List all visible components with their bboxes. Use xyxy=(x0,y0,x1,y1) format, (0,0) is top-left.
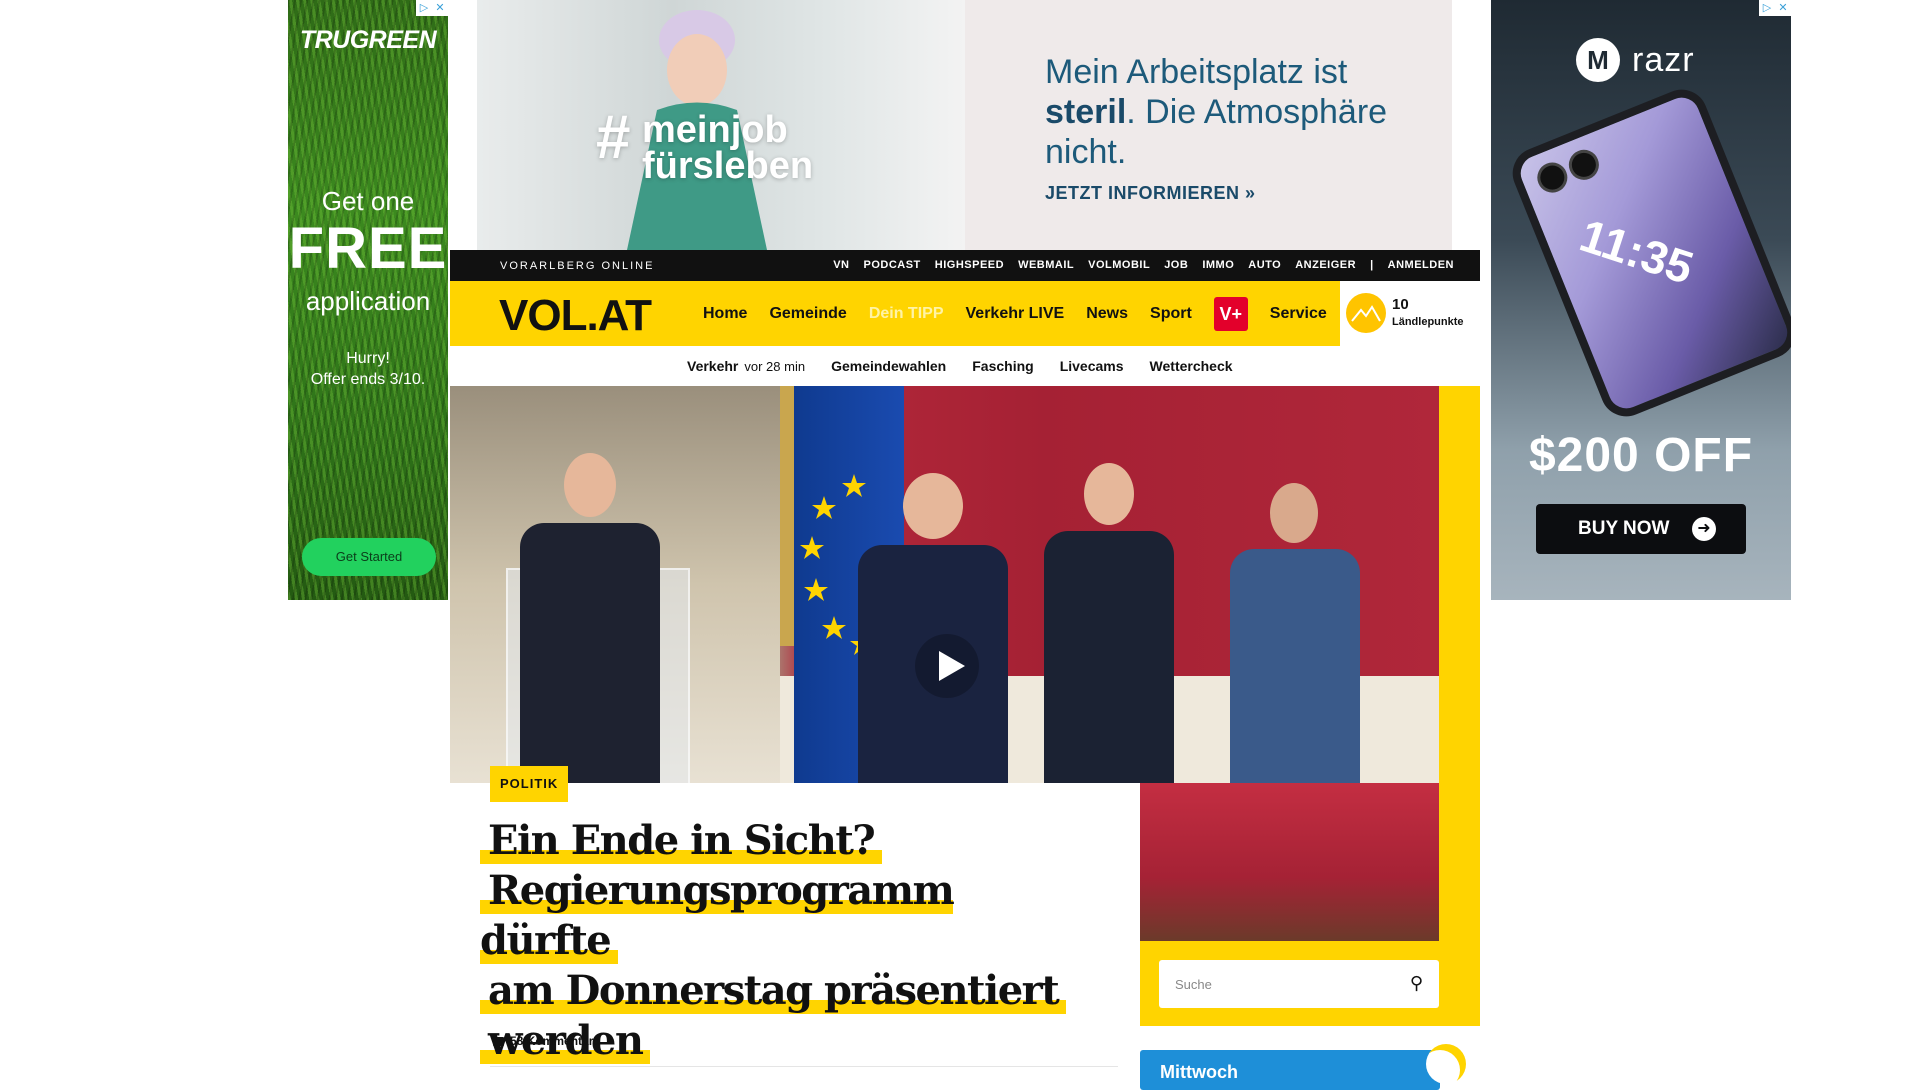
play-icon[interactable] xyxy=(915,634,979,698)
motorola-logo: M razr xyxy=(1576,38,1695,82)
ad-headline: Mein Arbeitsplatz ist steril. Die Atmosp… xyxy=(1045,53,1388,171)
comments-count: 58 Kommentare xyxy=(510,1034,601,1048)
top-link-immo[interactable]: IMMO xyxy=(1202,259,1234,271)
subnav-item-verkehr[interactable]: Verkehr vor 28 min xyxy=(687,358,805,374)
buy-now-button[interactable]: BUY NOW ➜ xyxy=(1536,504,1746,554)
person-image xyxy=(1230,483,1360,783)
ad-choices-icon[interactable]: ▷ ✕ xyxy=(416,0,448,16)
hero-video[interactable] xyxy=(450,386,1439,783)
main-nav: VOL.AT Home Gemeinde Dein TIPP Verkehr L… xyxy=(450,281,1340,346)
nav-item-news[interactable]: News xyxy=(1086,305,1128,323)
ad-brand: TRUGREEN xyxy=(299,26,437,54)
nav-item-sport[interactable]: Sport xyxy=(1150,305,1192,323)
site-topbar: VORARLBERG ONLINE VN PODCAST HIGHSPEED W… xyxy=(450,250,1480,281)
nav-item-verkehr-live[interactable]: Verkehr LIVE xyxy=(966,305,1065,323)
comment-icon xyxy=(493,1036,504,1046)
top-link-volmobil[interactable]: VOLMOBIL xyxy=(1088,259,1150,271)
top-link-webmail[interactable]: WEBMAIL xyxy=(1018,259,1074,271)
hero-image-continuation xyxy=(1140,783,1439,941)
top-link-separator: | xyxy=(1370,259,1374,271)
phone-image: 11:35 xyxy=(1504,81,1791,425)
top-link-vn[interactable]: VN xyxy=(833,259,849,271)
ad-text-line: application xyxy=(305,286,431,316)
jetzt-informieren-link[interactable]: JETZT INFORMIEREN » xyxy=(1045,183,1256,204)
nav-item-home[interactable]: Home xyxy=(703,305,747,323)
mountain-icon xyxy=(1346,293,1386,333)
search-input[interactable]: Suche ⚲ xyxy=(1159,960,1439,1008)
top-banner-ad[interactable]: # meinjob fürsleben Mein Arbeitsplatz is… xyxy=(477,0,1452,250)
sidebar-accent xyxy=(1439,386,1480,1026)
nav-item-vplus[interactable]: V+ xyxy=(1213,296,1248,331)
top-links: VN PODCAST HIGHSPEED WEBMAIL VOLMOBIL JO… xyxy=(833,259,1454,271)
arrow-right-icon: ➜ xyxy=(1692,517,1716,541)
ad-text-free: FREE xyxy=(288,216,448,281)
subnav-item-livecams[interactable]: Livecams xyxy=(1060,358,1124,374)
subnav-item-fasching[interactable]: Fasching xyxy=(972,358,1033,374)
right-ad[interactable]: ▷ ✕ M razr 11:35 $200 OFF BUY NOW ➜ xyxy=(1491,0,1791,600)
left-ad[interactable]: ▷ ✕ TRUGREEN Get one FREE application Hur… xyxy=(288,0,448,600)
nav-menu: Home Gemeinde Dein TIPP Verkehr LIVE New… xyxy=(703,281,1327,346)
search-placeholder: Suche xyxy=(1175,977,1212,992)
sub-nav: Verkehr vor 28 min Gemeindewahlen Faschin… xyxy=(450,346,1480,386)
get-started-button[interactable]: Get Started xyxy=(302,538,436,576)
ad-choices-icon[interactable]: ▷ ✕ xyxy=(1759,0,1791,16)
nav-item-dein-tipp[interactable]: Dein TIPP xyxy=(869,305,944,323)
ad-text-line: Hurry! xyxy=(346,350,390,367)
subnav-item-wettercheck[interactable]: Wettercheck xyxy=(1150,358,1233,374)
search-icon[interactable]: ⚲ xyxy=(1410,973,1423,994)
top-link-job[interactable]: JOB xyxy=(1164,259,1188,271)
ad-text-line: Offer ends 3/10. xyxy=(310,371,426,388)
top-link-auto[interactable]: AUTO xyxy=(1248,259,1281,271)
category-badge[interactable]: POLITIK xyxy=(490,766,569,802)
site-logo[interactable]: VOL.AT xyxy=(499,291,652,341)
top-link-anzeiger[interactable]: ANZEIGER xyxy=(1295,259,1356,271)
motorola-icon: M xyxy=(1576,38,1620,82)
sun-icon xyxy=(1426,1044,1466,1084)
comments-link[interactable]: 58 Kommentare xyxy=(493,1034,600,1048)
laendlepunkte-widget[interactable]: 10 Ländlepunkte xyxy=(1340,281,1480,346)
ad-text-line: Get one xyxy=(321,186,415,216)
subnav-item-gemeindewahlen[interactable]: Gemeindewahlen xyxy=(831,358,946,374)
top-link-podcast[interactable]: PODCAST xyxy=(864,259,921,271)
person-image xyxy=(858,473,1008,783)
person-image xyxy=(1044,463,1174,783)
site-tagline: VORARLBERG ONLINE xyxy=(500,260,655,272)
verkehr-time: vor 28 min xyxy=(744,359,806,374)
top-link-highspeed[interactable]: HIGHSPEED xyxy=(935,259,1004,271)
anmelden-link[interactable]: ANMELDEN xyxy=(1388,259,1454,271)
points-value: 10 xyxy=(1392,296,1409,313)
person-image xyxy=(520,453,660,783)
nav-item-service[interactable]: Service xyxy=(1270,305,1327,323)
weather-widget[interactable]: Mittwoch xyxy=(1140,1044,1466,1090)
offer-text: $200 OFF xyxy=(1528,429,1754,482)
ad-photo: # meinjob fürsleben xyxy=(477,0,965,250)
divider xyxy=(490,1066,1118,1067)
nav-item-gemeinde[interactable]: Gemeinde xyxy=(769,305,846,323)
article-headline[interactable]: Ein Ende in Sicht? Regierungsprogramm dü… xyxy=(480,816,1100,1066)
points-label: Ländlepunkte xyxy=(1392,316,1464,328)
